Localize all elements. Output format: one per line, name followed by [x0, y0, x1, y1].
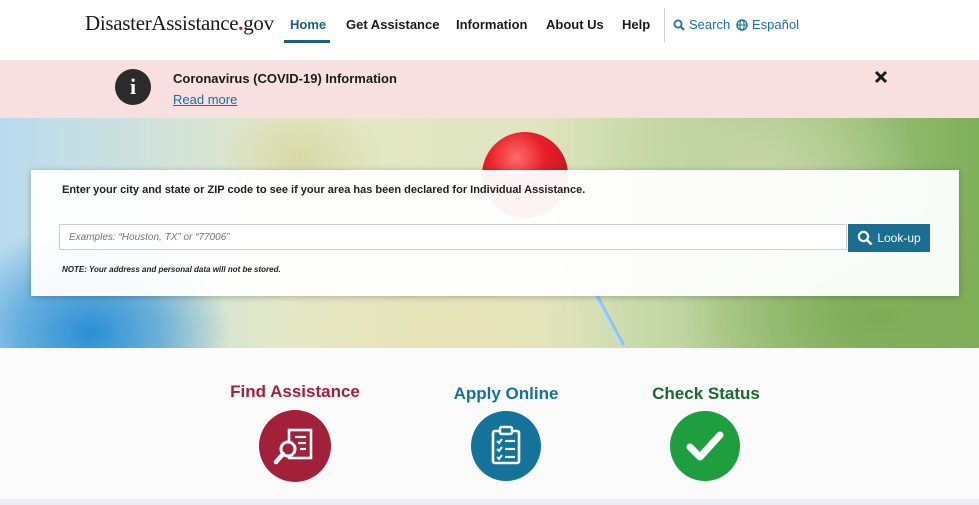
alert-title: Coronavirus (COVID-19) Information — [173, 71, 397, 86]
site-header: DisasterAssistance.gov Home Get Assistan… — [0, 0, 979, 61]
nav-information[interactable]: Information — [456, 17, 528, 32]
nav-help[interactable]: Help — [622, 17, 650, 32]
actions-section: Find Assistance Apply Online Check Statu… — [0, 348, 979, 505]
alert-read-more-link[interactable]: Read more — [173, 92, 237, 107]
area-lookup-card: Enter your city and state or ZIP code to… — [31, 170, 959, 296]
check-status-title[interactable]: Check Status — [606, 384, 806, 404]
map-pin-needle — [592, 291, 625, 348]
search-label: Search — [689, 17, 731, 32]
nav-divider — [664, 8, 665, 42]
lookup-button-label: Look-up — [877, 231, 921, 245]
globe-icon — [736, 18, 748, 31]
lookup-button[interactable]: Look-up — [848, 224, 930, 252]
apply-online-title[interactable]: Apply Online — [406, 384, 606, 404]
logo-tld: gov — [243, 11, 274, 35]
clipboard-checklist-icon[interactable] — [471, 411, 541, 481]
lookup-prompt: Enter your city and state or ZIP code to… — [62, 184, 586, 196]
find-assistance-title[interactable]: Find Assistance — [195, 382, 395, 402]
search-icon — [673, 19, 685, 31]
nav-home[interactable]: Home — [290, 17, 326, 32]
site-logo[interactable]: DisasterAssistance.gov — [85, 11, 274, 36]
document-search-icon[interactable] — [259, 410, 331, 482]
logo-word-assistance: Assistance — [151, 11, 239, 35]
search-icon — [858, 230, 873, 246]
active-nav-indicator — [284, 40, 330, 43]
search-link[interactable]: Search — [673, 17, 730, 32]
checkmark-icon[interactable] — [670, 411, 740, 481]
location-input[interactable] — [59, 224, 847, 250]
nav-get-assistance[interactable]: Get Assistance — [346, 17, 439, 32]
info-icon: i — [115, 69, 151, 105]
language-link[interactable]: Español — [736, 17, 799, 32]
close-icon[interactable] — [871, 67, 891, 87]
section-divider — [0, 499, 979, 505]
covid-alert-banner: i Coronavirus (COVID-19) Information Rea… — [0, 61, 979, 118]
language-label: Español — [752, 17, 799, 32]
privacy-note: NOTE: Your address and personal data wil… — [62, 265, 281, 274]
logo-word-disaster: Disaster — [85, 11, 152, 35]
nav-about-us[interactable]: About Us — [546, 17, 604, 32]
